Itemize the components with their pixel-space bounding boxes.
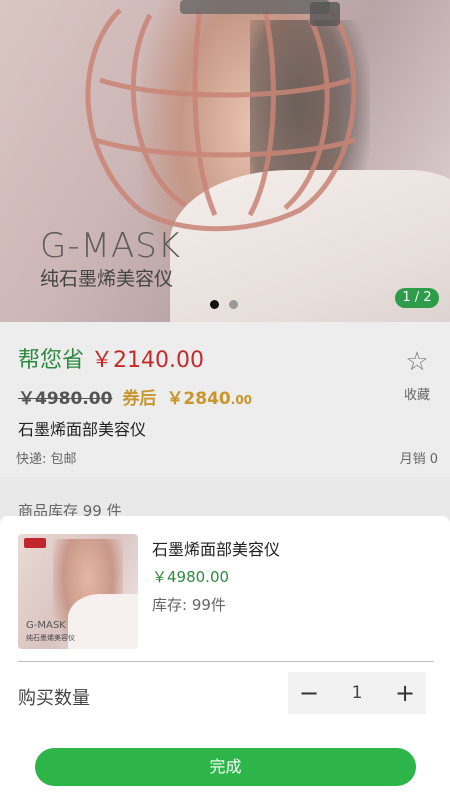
thumbnail-logo: [24, 538, 46, 548]
carousel-dot[interactable]: [229, 300, 238, 309]
thumbnail-subtitle: 纯石墨烯美容仪: [26, 634, 75, 642]
savings-line: 帮您省 ￥2140.00: [18, 342, 204, 374]
hero-brand-text: G-MASK: [40, 226, 182, 266]
product-image-carousel[interactable]: G-MASK 纯石墨烯美容仪 1 / 2: [0, 0, 450, 322]
after-coupon-price-cents: .00: [230, 393, 253, 407]
after-coupon-price-main: ￥2840: [166, 389, 231, 409]
original-price: ￥4980.00: [18, 389, 113, 409]
sheet-product-title: 石墨烯面部美容仪: [152, 540, 281, 559]
quantity-stepper: − 1 +: [288, 672, 426, 714]
carousel-dot-active[interactable]: [210, 300, 219, 309]
sheet-price: ￥4980.00: [152, 568, 230, 586]
product-title: 石墨烯面部美容仪: [18, 420, 147, 439]
after-coupon-price: ￥2840.00: [166, 384, 252, 409]
savings-label: 帮您省: [18, 348, 85, 373]
quantity-label: 购买数量: [18, 688, 90, 709]
monthly-sales: 月销 0: [399, 452, 438, 467]
shipping-info: 快递: 包邮: [16, 452, 77, 467]
plus-icon[interactable]: +: [384, 672, 426, 714]
carousel-dots: [210, 300, 238, 309]
product-thumbnail: G-MASK 纯石墨烯美容仪: [18, 534, 138, 649]
thumbnail-brand: G-MASK: [26, 620, 66, 631]
favorite-button[interactable]: ☆ 收藏: [400, 348, 434, 403]
favorite-label: 收藏: [403, 388, 430, 403]
hero-subtitle: 纯石墨烯美容仪: [40, 268, 174, 290]
quantity-value[interactable]: 1: [330, 683, 384, 703]
done-button[interactable]: 完成: [35, 748, 416, 786]
price-row: ￥4980.00 券后 ￥2840.00: [18, 384, 252, 409]
star-outline-icon: ☆: [405, 347, 429, 377]
minus-icon[interactable]: −: [288, 672, 330, 714]
divider: [18, 661, 434, 662]
sheet-stock: 库存: 99件: [152, 596, 226, 614]
thumbnail-shirt: [68, 594, 138, 649]
carousel-page-indicator: 1 / 2: [395, 288, 439, 308]
savings-amount: ￥2140.00: [91, 348, 204, 373]
coupon-label: 券后: [122, 389, 157, 409]
